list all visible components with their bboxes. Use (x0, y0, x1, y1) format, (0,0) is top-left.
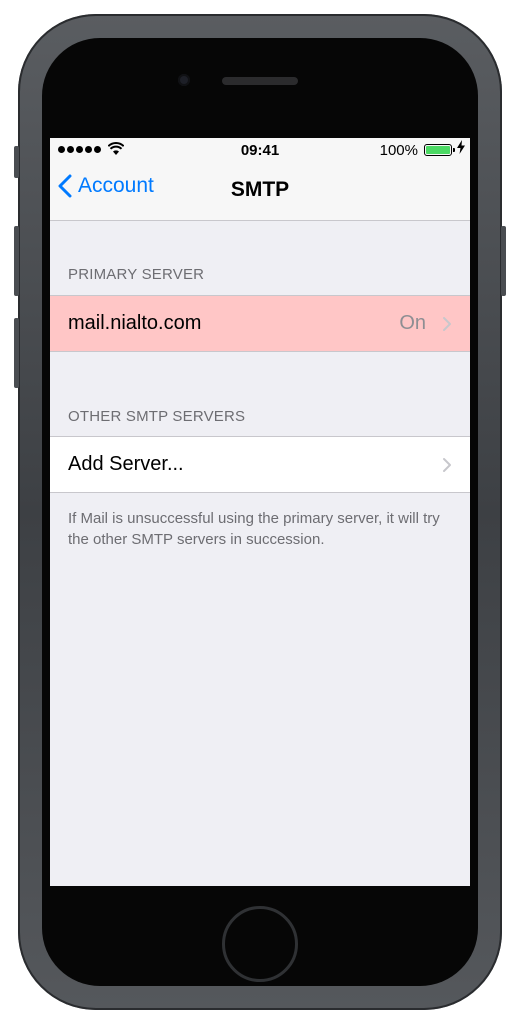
home-button[interactable] (222, 906, 298, 982)
other-servers-header: OTHER SMTP SERVERS (68, 408, 246, 425)
navigation-bar: Account SMTP (50, 162, 470, 221)
primary-server-header: PRIMARY SERVER (68, 266, 205, 283)
volume-up-button (14, 226, 19, 296)
volume-down-button (14, 318, 19, 388)
battery-percent: 100% (379, 142, 418, 159)
mute-switch (14, 146, 19, 178)
status-bar: 09:41 100% (50, 138, 470, 162)
primary-server-row[interactable]: mail.nialto.com On (50, 295, 470, 352)
primary-server-status: On (399, 312, 426, 334)
chevron-right-icon (443, 458, 451, 472)
screen: 09:41 100% Account SMTP PRIMARY SERVER m… (50, 138, 470, 886)
add-server-label: Add Server... (68, 453, 184, 475)
primary-server-name: mail.nialto.com (68, 312, 202, 334)
earpiece-speaker (222, 77, 298, 85)
chevron-right-icon (443, 317, 451, 331)
power-button (501, 226, 506, 296)
front-camera (178, 74, 190, 86)
bolt-icon (457, 140, 465, 154)
battery-icon (424, 144, 455, 156)
footer-note: If Mail is unsuccessful using the primar… (68, 510, 440, 548)
page-title: SMTP (230, 178, 290, 201)
add-server-row[interactable]: Add Server... (50, 436, 470, 493)
